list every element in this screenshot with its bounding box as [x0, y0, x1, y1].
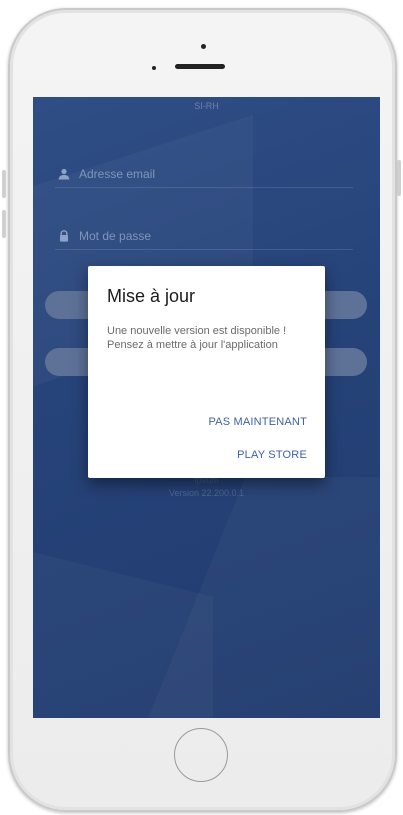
not-now-button[interactable]: PAS MAINTENANT	[208, 414, 307, 430]
person-icon	[58, 168, 70, 180]
password-input[interactable]	[79, 227, 339, 245]
dialog-message: Une nouvelle version est disponible ! Pe…	[107, 325, 287, 351]
front-camera	[201, 44, 206, 49]
update-dialog: Mise à jour Une nouvelle version est dis…	[88, 266, 325, 478]
play-store-button[interactable]: PLAY STORE	[237, 447, 307, 463]
dialog-title: Mise à jour	[107, 286, 196, 306]
background-facet	[33, 537, 213, 718]
email-input[interactable]	[79, 165, 339, 183]
password-field[interactable]	[55, 225, 353, 250]
device-frame-stage: SI-RH Ipsum Version 22.200.0.1 Mise à jo…	[0, 0, 403, 815]
volume-button	[2, 170, 6, 198]
home-button[interactable]	[174, 728, 228, 782]
power-button	[397, 160, 401, 196]
lock-icon	[60, 230, 68, 242]
email-field[interactable]	[55, 163, 353, 188]
version-label: Version 22.200.0.1	[168, 488, 245, 498]
app-title: SI-RH	[194, 101, 219, 111]
earpiece-speaker	[175, 64, 225, 69]
proximity-sensor	[152, 66, 156, 70]
volume-button	[2, 210, 6, 238]
